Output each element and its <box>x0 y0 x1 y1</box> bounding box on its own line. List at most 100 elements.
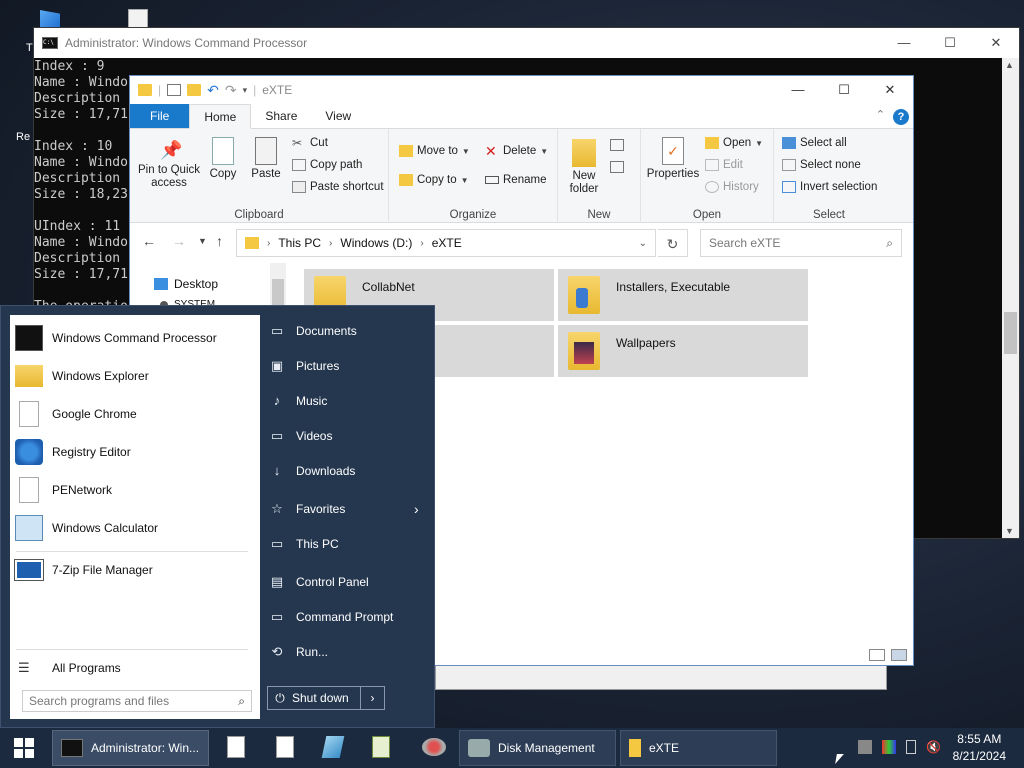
address-dropdown-icon[interactable]: ⌄ <box>639 238 647 249</box>
start-link-documents[interactable]: ▭ Documents <box>268 323 428 339</box>
recent-locations-chevron-icon[interactable]: ▼ <box>198 236 207 246</box>
invert-selection-button[interactable]: Invert selection <box>782 181 877 193</box>
properties-quick-icon[interactable] <box>167 84 182 96</box>
nav-item-desktop[interactable]: Desktop <box>154 277 218 291</box>
breadcrumb-folder[interactable]: eXTE <box>432 236 462 250</box>
pin-quick-access-button[interactable]: 📌 Pin to Quick access <box>136 139 202 190</box>
start-item-7zip[interactable]: 7-Zip File Manager <box>10 551 260 589</box>
volume-muted-icon[interactable]: 🔇 <box>926 740 941 754</box>
all-programs-button[interactable]: ☰ All Programs <box>10 649 260 687</box>
delete-button[interactable]: ✕ Delete ▼ <box>485 144 548 158</box>
close-button[interactable]: ✕ <box>973 28 1019 58</box>
copy-to-button[interactable]: Copy to ▼ <box>399 174 469 186</box>
start-item-explorer[interactable]: Windows Explorer <box>10 357 260 395</box>
copy-path-button[interactable]: Copy path <box>292 159 362 171</box>
breadcrumb-this-pc[interactable]: This PC <box>278 236 321 250</box>
taskbar-button-disk-management[interactable]: Disk Management <box>459 730 616 766</box>
taskbar-pin-file-icon[interactable] <box>276 736 294 758</box>
minimize-button[interactable]: — <box>881 28 927 58</box>
details-view-icon[interactable] <box>869 649 885 661</box>
shutdown-options-arrow-icon[interactable]: › <box>360 687 384 709</box>
start-link-favorites[interactable]: ☆ Favorites › <box>268 501 428 517</box>
large-icons-view-icon[interactable] <box>891 649 907 661</box>
tab-view[interactable]: View <box>311 104 365 128</box>
folder-icon <box>568 332 600 370</box>
network-icon[interactable] <box>858 740 872 754</box>
forward-arrow-icon[interactable]: → <box>172 233 186 249</box>
start-link-label: Command Prompt <box>296 610 394 624</box>
cut-label: Cut <box>310 137 328 149</box>
start-link-pictures[interactable]: ▣ Pictures <box>268 358 428 374</box>
start-link-this-pc[interactable]: ▭ This PC <box>268 536 428 552</box>
taskbar-pin-chart-icon[interactable] <box>372 736 390 758</box>
start-link-label: Downloads <box>296 463 356 478</box>
usb-icon[interactable] <box>906 740 916 754</box>
folder-tile-installers[interactable]: Installers, Executable <box>558 269 808 321</box>
display-icon[interactable] <box>882 740 896 754</box>
rename-button[interactable]: Rename <box>485 174 546 186</box>
start-search-input[interactable]: Search programs and files ⌕ <box>22 690 252 712</box>
desktop-icon-shortcut[interactable] <box>40 10 60 28</box>
customize-quick-access-icon[interactable]: ▾ <box>243 85 248 96</box>
scrollbar-thumb[interactable] <box>1004 312 1017 354</box>
maximize-button[interactable]: ☐ <box>927 28 973 58</box>
start-link-music[interactable]: ♪ Music <box>268 393 428 408</box>
taskbar-pin-network-icon[interactable] <box>422 738 446 756</box>
start-link-run[interactable]: ⟲ Run... <box>268 644 428 660</box>
address-bar[interactable]: › This PC › Windows (D:) › eXTE ⌄ <box>236 229 656 257</box>
back-arrow-icon[interactable]: ← <box>142 233 156 249</box>
folder-tile-wallpapers[interactable]: Wallpapers <box>558 325 808 377</box>
redo-icon[interactable]: ↷ <box>225 82 237 99</box>
collapse-ribbon-icon[interactable]: ⌃ <box>876 108 885 121</box>
cmd-titlebar[interactable]: C:\ Administrator: Windows Command Proce… <box>34 28 1019 58</box>
taskbar-button-cmd[interactable]: Administrator: Win... <box>52 730 209 766</box>
tab-file[interactable]: File <box>130 104 190 128</box>
start-button[interactable] <box>0 728 48 768</box>
taskbar-pin-file-icon[interactable] <box>227 736 245 758</box>
cmd-icon <box>61 739 83 757</box>
minimize-button[interactable]: — <box>775 76 821 104</box>
scroll-up-arrow-icon[interactable]: ▲ <box>1005 60 1014 70</box>
new-folder-button[interactable]: New folder <box>564 139 604 196</box>
clock[interactable]: 8:55 AM 8/21/2024 <box>953 731 1006 765</box>
easy-access-icon[interactable] <box>610 161 624 173</box>
shutdown-button[interactable]: ⏻ Shut down › <box>267 686 385 710</box>
start-link-downloads[interactable]: ↓ Downloads <box>268 463 428 478</box>
undo-icon[interactable]: ↶ <box>207 82 219 99</box>
search-input[interactable]: Search eXTE ⌕ <box>700 229 902 257</box>
tab-share[interactable]: Share <box>251 104 311 128</box>
tab-home[interactable]: Home <box>189 104 252 129</box>
start-link-control-panel[interactable]: ▤ Control Panel <box>268 574 428 590</box>
history-button[interactable]: History <box>705 181 759 193</box>
start-item-cmd[interactable]: Windows Command Processor <box>10 319 260 357</box>
move-to-button[interactable]: Move to ▼ <box>399 145 470 157</box>
new-item-icon[interactable] <box>610 139 624 151</box>
breadcrumb-drive[interactable]: Windows (D:) <box>340 236 412 250</box>
up-arrow-icon[interactable]: ↑ <box>216 233 223 249</box>
start-item-penetwork[interactable]: PENetwork <box>10 471 260 509</box>
taskbar-button-explorer[interactable]: eXTE <box>620 730 777 766</box>
copy-button[interactable]: Copy <box>206 137 240 181</box>
properties-button[interactable]: ✓ Properties <box>645 137 701 181</box>
refresh-icon[interactable]: ↻ <box>658 229 688 257</box>
start-item-regedit[interactable]: Registry Editor <box>10 433 260 471</box>
new-folder-quick-icon[interactable] <box>187 84 202 96</box>
start-link-videos[interactable]: ▭ Videos <box>268 428 428 444</box>
run-icon: ⟲ <box>271 644 283 659</box>
open-button[interactable]: Open ▼ <box>705 137 763 149</box>
select-none-button[interactable]: Select none <box>782 159 861 171</box>
scroll-down-arrow-icon[interactable]: ▼ <box>1005 526 1014 536</box>
cut-button[interactable]: ✂ Cut <box>292 137 328 149</box>
close-button[interactable]: ✕ <box>867 76 913 104</box>
paste-shortcut-button[interactable]: Paste shortcut <box>292 181 384 193</box>
edit-button[interactable]: Edit <box>705 159 743 171</box>
select-all-button[interactable]: Select all <box>782 137 847 149</box>
paste-button[interactable]: Paste <box>248 137 284 181</box>
start-link-command-prompt[interactable]: ▭ Command Prompt <box>268 609 428 625</box>
help-icon[interactable]: ? <box>893 109 909 125</box>
start-item-calculator[interactable]: Windows Calculator <box>10 509 260 547</box>
maximize-button[interactable]: ☐ <box>821 76 867 104</box>
taskbar-pin-app-icon[interactable] <box>321 736 345 758</box>
cmd-scrollbar[interactable]: ▲ ▼ <box>1002 58 1019 538</box>
start-item-chrome[interactable]: Google Chrome <box>10 395 260 433</box>
